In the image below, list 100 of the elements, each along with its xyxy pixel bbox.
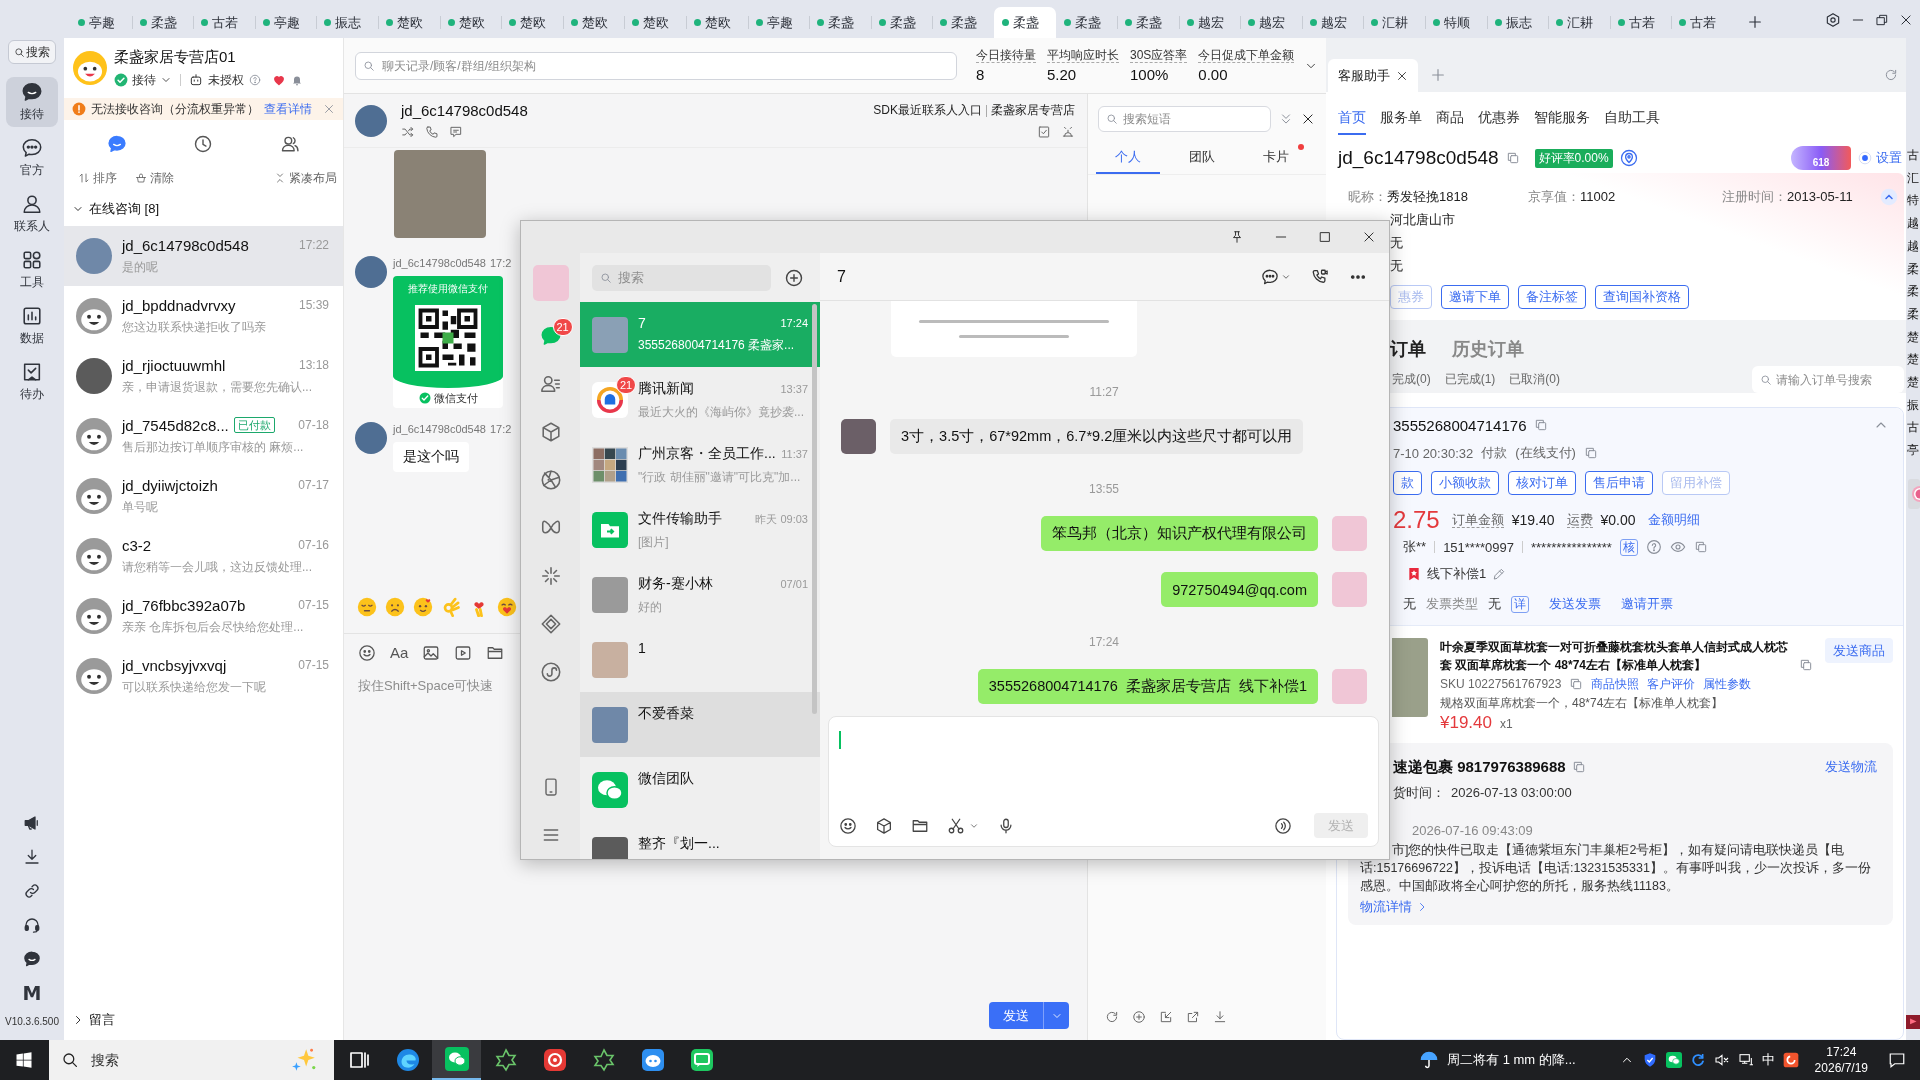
store-shortcut[interactable]: 古 (1907, 416, 1919, 440)
link-icon[interactable] (23, 882, 41, 900)
store-tab[interactable]: 振志 (1486, 7, 1549, 38)
send-logistics-link[interactable]: 发送物流 (1825, 758, 1877, 776)
add-icon[interactable] (1132, 1010, 1146, 1024)
store-tab[interactable]: 楚欧 (562, 7, 625, 38)
store-shortcut[interactable]: 汇 (1907, 166, 1919, 190)
sleepy-face-icon[interactable] (357, 597, 377, 617)
conversation-item[interactable]: jd_7545d82c8... 已付款 07-18 售后那边按订单顺序审核的 麻烦... (64, 406, 343, 466)
store-tab[interactable]: 柔盏 (131, 7, 194, 38)
payment-card[interactable]: 推荐使用微信支付 微信支付 (393, 276, 503, 408)
close-icon[interactable] (1899, 13, 1913, 27)
phone-icon[interactable] (425, 125, 439, 139)
order-filter[interactable]: 已完成(1) (1444, 371, 1496, 388)
amount-detail-link[interactable]: 金额明细 (1647, 511, 1700, 529)
phrase-tab[interactable]: 个人 (1096, 148, 1160, 174)
chat-list-item[interactable]: 文件传输助手 昨天 09:03 [图片] (580, 497, 820, 562)
store-tab[interactable]: 古若 (193, 7, 255, 38)
pin-icon[interactable] (1230, 230, 1244, 244)
store-tab[interactable]: 柔盏 (932, 7, 994, 38)
refresh-icon[interactable] (1105, 1010, 1119, 1024)
product-link[interactable]: 客户评价 (1647, 675, 1696, 693)
close-icon[interactable] (1362, 230, 1376, 244)
scissors-icon[interactable] (947, 816, 965, 835)
conversation-item[interactable]: jd_bpddnadvrvxy 15:39 您这边联系快递拒收了吗亲 (64, 286, 343, 346)
copy-icon[interactable] (1583, 446, 1598, 460)
megaphone-icon[interactable] (23, 814, 41, 832)
eye-icon[interactable] (1669, 539, 1686, 555)
add-tab-icon[interactable] (1747, 14, 1764, 30)
service-bell-icon[interactable] (1061, 125, 1075, 139)
store-tab[interactable]: 亭趣 (747, 7, 810, 38)
store-shortcut[interactable]: 柔 (1907, 257, 1919, 281)
store-tab[interactable]: 柔盏 (993, 7, 1056, 38)
group-header[interactable]: 留言 (64, 1011, 343, 1029)
chat-bubbles-icon[interactable] (1665, 1052, 1682, 1068)
order-action-button[interactable]: 款 (1393, 471, 1422, 495)
nav-rail-item[interactable]: 官方 (6, 133, 58, 183)
copy-icon[interactable] (1569, 677, 1584, 691)
copy-icon[interactable] (1693, 540, 1708, 554)
action-button[interactable]: 查询国补资格 (1595, 285, 1689, 309)
order-search-field[interactable]: 请输入订单号搜索 (1752, 366, 1904, 393)
message-icon[interactable] (449, 125, 463, 139)
list-tool-button[interactable]: 清除 (135, 169, 174, 187)
header-link[interactable]: 柔盏家居专营店 (991, 102, 1075, 119)
conversation-item[interactable]: jd_76fbbc392a07b 07-15 亲亲 仓库拆包后会尽快给您处理... (64, 586, 343, 646)
product-link[interactable]: 商品快照 (1591, 675, 1640, 693)
assistant-nav-tab[interactable]: 商品 (1436, 109, 1464, 133)
invoice-detail-button[interactable]: 详 (1511, 595, 1529, 613)
send-product-button[interactable]: 发送商品 (1825, 638, 1893, 663)
folder-icon[interactable] (486, 644, 505, 662)
store-tab[interactable]: 楚欧 (439, 7, 502, 38)
phrase-tab[interactable]: 卡片 (1244, 148, 1308, 174)
search-field[interactable]: 聊天记录/顾客/群组/组织架构 (355, 51, 957, 80)
input-method[interactable]: 中 (1761, 1051, 1775, 1069)
download-icon[interactable] (1213, 1010, 1227, 1024)
conversation-item[interactable]: jd_dyiiwjctoizh 07-17 单号呢 (64, 466, 343, 526)
nav-rail-item[interactable]: 接待 (6, 77, 58, 127)
weather-text[interactable]: 周二将有 1 mm 的降... (1447, 1051, 1576, 1069)
store-tab[interactable]: 汇耕 (1548, 7, 1610, 38)
list-tool-button[interactable]: 紧凑布局 (274, 169, 337, 187)
chat-list-item[interactable]: 广州京客・全员工作... 11:37 "行政 胡佳丽"邀请"可比克"加... (580, 432, 820, 497)
video-call-icon[interactable] (1311, 267, 1329, 286)
assistant-nav-tab[interactable]: 首页 (1338, 109, 1366, 135)
send-invoice-link[interactable]: 发送发票 (1549, 595, 1601, 613)
search-field[interactable]: 搜索短语 (1098, 106, 1271, 132)
collapse-icon[interactable] (1279, 112, 1293, 126)
store-tab[interactable]: 柔盏 (1117, 7, 1179, 38)
chat-list-item[interactable]: 整齐『划一... (580, 822, 820, 859)
order-action-button[interactable]: 小额收款 (1431, 471, 1499, 495)
store-tab[interactable]: 柔盏 (870, 7, 933, 38)
store-shortcut[interactable]: 亭 (1907, 439, 1919, 462)
action-button[interactable]: 备注标签 (1518, 285, 1586, 309)
sad-face-icon[interactable] (385, 597, 405, 617)
headset-icon[interactable] (23, 916, 41, 934)
store-tab[interactable]: 振志 (316, 7, 378, 38)
conversation-item[interactable]: c3-2 07-16 请您稍等一会儿哦，这边反馈处理... (64, 526, 343, 586)
store-tab[interactable]: 亭趣 (70, 7, 132, 38)
assistant-nav-tab[interactable]: 自助工具 (1604, 109, 1660, 133)
store-tab[interactable]: 亭趣 (254, 7, 317, 38)
umbrella-icon[interactable] (1419, 1050, 1440, 1070)
chat-list-item[interactable]: 21 腾讯新闻 13:37 最近大火的《海屿你》竟抄袭... (580, 367, 820, 432)
maximize-icon[interactable] (1318, 230, 1332, 244)
details-link[interactable]: 查看详情 (264, 100, 312, 118)
clock[interactable]: 17:24 2026/7/19 (1814, 1044, 1868, 1076)
heart-face-icon[interactable] (497, 597, 517, 617)
emoji-icon[interactable] (839, 816, 857, 835)
store-shortcut[interactable]: 古 (1907, 144, 1919, 167)
add-icon[interactable] (784, 267, 804, 288)
action-button[interactable]: 邀请下单 (1441, 285, 1509, 309)
conversation-item[interactable]: jd_vncbsyjvxvqj 07-15 可以联系快递给您发一下呢 (64, 646, 343, 706)
check-square-icon[interactable] (1037, 125, 1051, 139)
order-action-button[interactable]: 售后申请 (1585, 471, 1653, 495)
copy-icon[interactable] (1534, 418, 1549, 432)
send-button[interactable]: 发送 (989, 1002, 1043, 1029)
store-shortcut[interactable]: 柔 (1907, 302, 1919, 326)
store-tab[interactable]: 楚欧 (377, 7, 440, 38)
order-action-button[interactable]: 核对订单 (1508, 471, 1576, 495)
chat-list-item[interactable]: 1 (580, 627, 820, 692)
store-tab[interactable]: 越宏 (1240, 7, 1302, 38)
verify-button[interactable]: 核 (1619, 538, 1638, 556)
